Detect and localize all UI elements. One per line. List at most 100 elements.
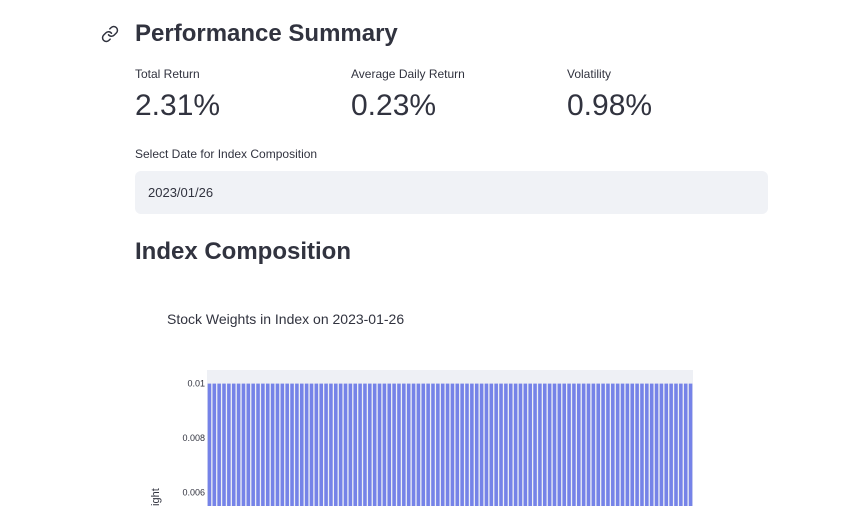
bar[interactable] xyxy=(659,383,664,506)
bar[interactable] xyxy=(397,383,401,506)
bar[interactable] xyxy=(465,383,469,506)
bar[interactable] xyxy=(324,383,328,506)
bar[interactable] xyxy=(518,383,523,506)
bar[interactable] xyxy=(679,383,683,506)
bar[interactable] xyxy=(353,383,358,506)
bar[interactable] xyxy=(450,383,455,506)
bar[interactable] xyxy=(426,383,430,506)
bar[interactable] xyxy=(620,383,625,506)
bar[interactable] xyxy=(547,383,552,506)
bar[interactable] xyxy=(280,383,285,506)
bar[interactable] xyxy=(256,383,260,506)
bar[interactable] xyxy=(508,383,513,506)
bar[interactable] xyxy=(664,383,669,506)
bar[interactable] xyxy=(542,383,547,506)
bar[interactable] xyxy=(290,383,294,506)
bar[interactable] xyxy=(241,383,246,506)
bar[interactable] xyxy=(630,383,635,506)
bar[interactable] xyxy=(683,383,688,506)
bar[interactable] xyxy=(645,383,649,506)
bar[interactable] xyxy=(552,383,557,506)
bar[interactable] xyxy=(431,383,435,506)
bar[interactable] xyxy=(528,383,532,506)
bar[interactable] xyxy=(265,383,270,506)
bar[interactable] xyxy=(382,383,387,506)
bar[interactable] xyxy=(586,383,591,506)
bar[interactable] xyxy=(222,383,226,506)
bar[interactable] xyxy=(479,383,484,506)
bar[interactable] xyxy=(358,383,362,506)
bar[interactable] xyxy=(236,383,241,506)
bar[interactable] xyxy=(348,383,353,506)
bar[interactable] xyxy=(455,383,460,506)
bar[interactable] xyxy=(270,383,275,506)
bar[interactable] xyxy=(484,383,489,506)
bar[interactable] xyxy=(581,383,586,506)
bar[interactable] xyxy=(654,383,659,506)
bar[interactable] xyxy=(368,383,372,506)
bar[interactable] xyxy=(285,383,289,506)
bar[interactable] xyxy=(363,383,367,506)
bar[interactable] xyxy=(411,383,416,506)
bar[interactable] xyxy=(669,383,673,506)
bar[interactable] xyxy=(387,383,392,506)
bar[interactable] xyxy=(557,383,562,506)
bar[interactable] xyxy=(440,383,445,506)
bar[interactable] xyxy=(494,383,498,506)
bar[interactable] xyxy=(674,383,678,506)
bar[interactable] xyxy=(421,383,426,506)
bar[interactable] xyxy=(299,383,304,506)
bar[interactable] xyxy=(402,383,406,506)
bar[interactable] xyxy=(217,383,221,506)
bar[interactable] xyxy=(416,383,421,506)
link-icon[interactable] xyxy=(100,24,120,44)
bar[interactable] xyxy=(513,383,518,506)
bar[interactable] xyxy=(489,383,494,506)
bar[interactable] xyxy=(319,383,323,506)
bar[interactable] xyxy=(572,383,576,506)
bar[interactable] xyxy=(601,383,605,506)
bar[interactable] xyxy=(615,383,620,506)
bar[interactable] xyxy=(562,383,566,506)
bar[interactable] xyxy=(499,383,503,506)
bar[interactable] xyxy=(470,383,474,506)
bar[interactable] xyxy=(577,383,581,506)
bar[interactable] xyxy=(460,383,464,506)
bar[interactable] xyxy=(275,383,280,506)
bar[interactable] xyxy=(304,383,309,506)
bar[interactable] xyxy=(611,383,615,506)
bar[interactable] xyxy=(474,383,479,506)
bar[interactable] xyxy=(314,383,319,506)
date-input[interactable]: 2023/01/26 xyxy=(135,171,768,214)
bar[interactable] xyxy=(533,383,537,506)
stock-weights-chart[interactable]: Stock Weights in Index on 2023-01-26 0.0… xyxy=(135,290,768,506)
bar[interactable] xyxy=(343,383,348,506)
bar[interactable] xyxy=(334,383,338,506)
bar[interactable] xyxy=(445,383,450,506)
bar[interactable] xyxy=(338,383,343,506)
bar[interactable] xyxy=(295,383,299,506)
bar[interactable] xyxy=(406,383,411,506)
bar[interactable] xyxy=(372,383,377,506)
bar[interactable] xyxy=(309,383,314,506)
bar[interactable] xyxy=(688,383,693,506)
bar[interactable] xyxy=(329,383,333,506)
bar[interactable] xyxy=(606,383,610,506)
bar[interactable] xyxy=(392,383,396,506)
bar[interactable] xyxy=(251,383,255,506)
bar[interactable] xyxy=(640,383,644,506)
bar[interactable] xyxy=(377,383,382,506)
bar[interactable] xyxy=(596,383,601,506)
bar[interactable] xyxy=(625,383,630,506)
bar[interactable] xyxy=(261,383,265,506)
bar[interactable] xyxy=(246,383,251,506)
bar[interactable] xyxy=(649,383,654,506)
bar[interactable] xyxy=(504,383,508,506)
bar[interactable] xyxy=(567,383,571,506)
bar[interactable] xyxy=(436,383,440,506)
bar[interactable] xyxy=(591,383,596,506)
bar[interactable] xyxy=(538,383,542,506)
bar[interactable] xyxy=(227,383,231,506)
bar[interactable] xyxy=(635,383,639,506)
bar[interactable] xyxy=(212,383,217,506)
